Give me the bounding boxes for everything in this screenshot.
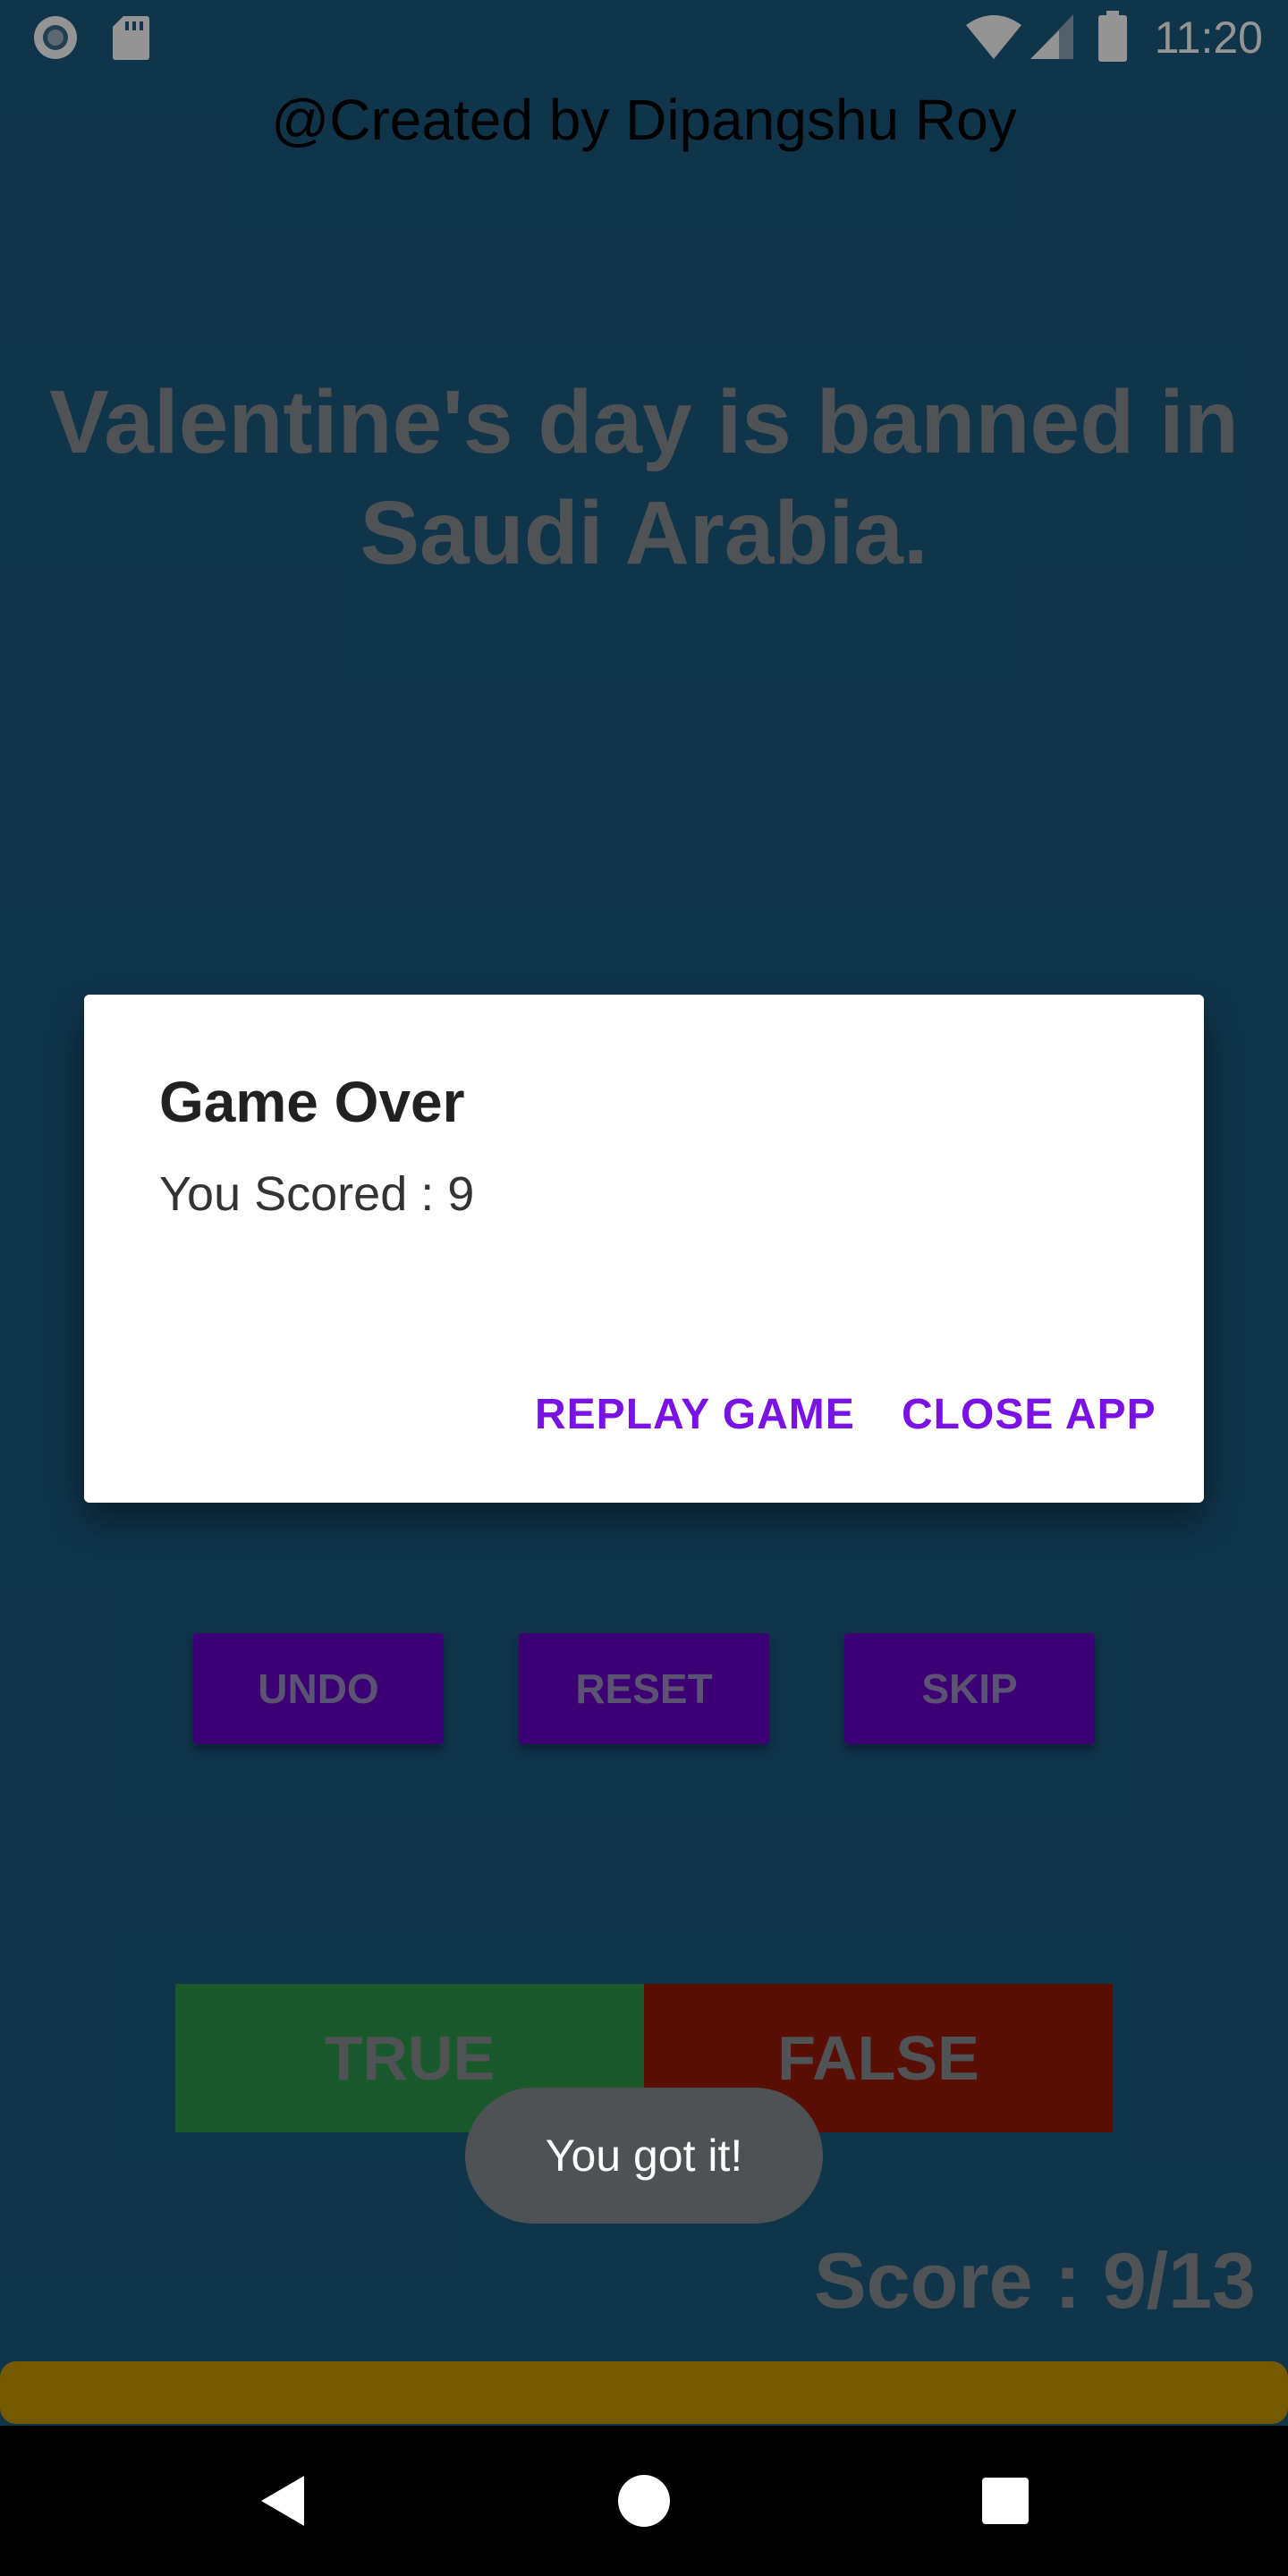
dialog-title: Game Over <box>159 1070 465 1134</box>
game-over-dialog: Game Over You Scored : 9 REPLAY GAME CLO… <box>84 995 1204 1503</box>
dialog-message: You Scored : 9 <box>159 1167 475 1221</box>
close-app-button[interactable]: CLOSE APP <box>887 1370 1171 1460</box>
home-icon[interactable] <box>555 2426 733 2576</box>
navigation-bar <box>0 2426 1288 2576</box>
back-icon[interactable] <box>193 2426 372 2576</box>
recents-icon[interactable] <box>916 2426 1095 2576</box>
replay-game-button[interactable]: REPLAY GAME <box>521 1370 869 1460</box>
toast-message: You got it! <box>465 2088 823 2224</box>
